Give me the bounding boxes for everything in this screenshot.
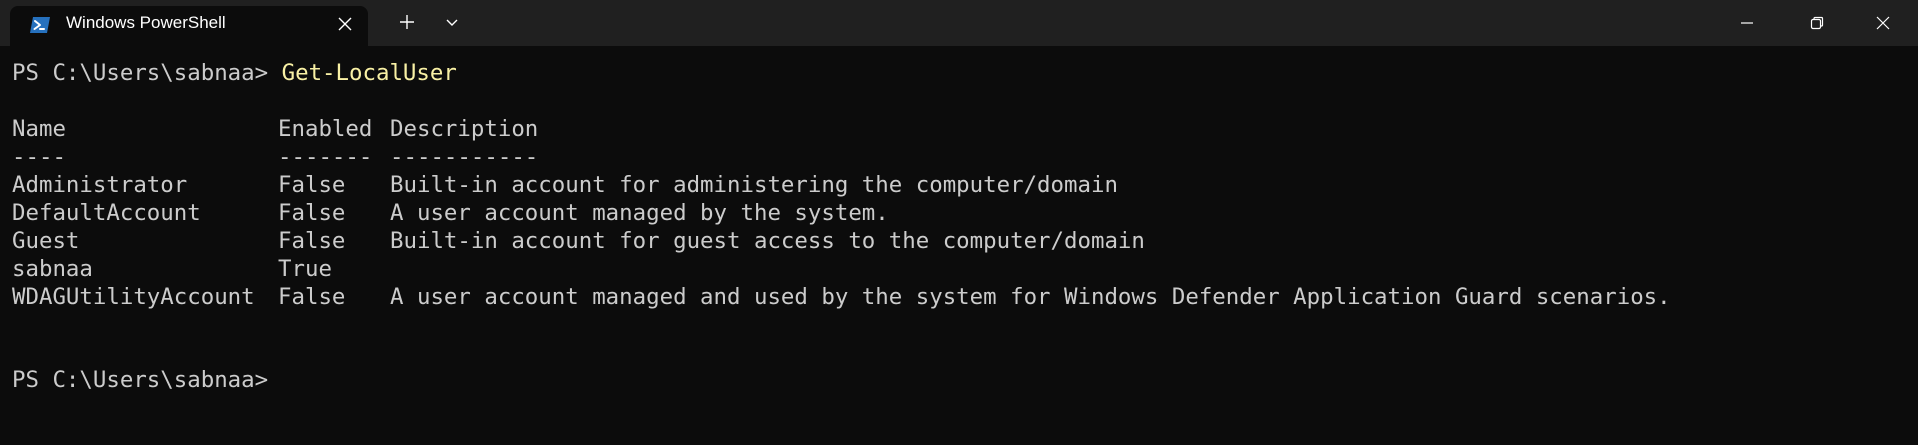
new-tab-button[interactable] <box>390 7 424 37</box>
close-tab-button[interactable] <box>332 11 358 37</box>
prompt-line: PS C:\Users\sabnaa> <box>12 366 268 394</box>
table-row: sabnaa True <box>12 255 332 283</box>
separator-description: ----------- <box>390 144 539 170</box>
table-header: Name Enabled Description <box>12 115 538 143</box>
prompt: PS C:\Users\sabnaa> <box>12 60 282 86</box>
table-separator: ---- ------- ----------- <box>12 143 538 171</box>
tab-title: Windows PowerShell <box>66 13 226 32</box>
header-enabled: Enabled <box>278 116 373 142</box>
tab-windows-powershell[interactable]: Windows PowerShell <box>10 6 368 46</box>
title-bar: Windows PowerShell <box>0 0 1918 46</box>
table-row: WDAGUtilityAccount False A user account … <box>12 283 1671 311</box>
restore-icon <box>1810 16 1824 30</box>
plus-icon <box>400 15 414 29</box>
row-enabled: False <box>278 172 346 198</box>
maximize-button[interactable] <box>1782 0 1852 46</box>
chevron-down-icon <box>446 19 458 26</box>
close-icon <box>338 17 352 31</box>
row-name: Guest <box>12 228 80 254</box>
separator-name: ---- <box>12 144 66 170</box>
close-window-button[interactable] <box>1848 0 1918 46</box>
row-enabled: False <box>278 228 346 254</box>
table-row: DefaultAccount False A user account mana… <box>12 199 889 227</box>
row-description: Built-in account for administering the c… <box>390 172 1118 198</box>
row-enabled: False <box>278 200 346 226</box>
table-row: Administrator False Built-in account for… <box>12 171 1118 199</box>
powershell-icon <box>28 13 52 37</box>
prompt-line: PS C:\Users\sabnaa> Get-LocalUser <box>12 59 457 87</box>
row-name: Administrator <box>12 172 188 198</box>
separator-enabled: ------- <box>278 144 373 170</box>
prompt: PS C:\Users\sabnaa> <box>12 367 269 393</box>
row-name: DefaultAccount <box>12 200 201 226</box>
row-enabled: False <box>278 284 346 310</box>
row-description: A user account managed by the system. <box>390 200 889 226</box>
table-row: Guest False Built-in account for guest a… <box>12 227 1145 255</box>
terminal-output[interactable]: PS C:\Users\sabnaa> Get-LocalUser Name E… <box>0 46 1918 445</box>
row-description: Built-in account for guest access to the… <box>390 228 1145 254</box>
minimize-button[interactable] <box>1712 0 1782 46</box>
header-description: Description <box>390 116 539 142</box>
minimize-icon <box>1741 22 1753 24</box>
tab-dropdown-button[interactable] <box>435 7 469 37</box>
row-name: sabnaa <box>12 256 93 282</box>
close-icon <box>1876 16 1890 30</box>
command: Get-LocalUser <box>281 60 457 86</box>
row-description: A user account managed and used by the s… <box>390 284 1671 310</box>
row-name: WDAGUtilityAccount <box>12 284 255 310</box>
header-name: Name <box>12 116 66 142</box>
row-enabled: True <box>278 256 332 282</box>
